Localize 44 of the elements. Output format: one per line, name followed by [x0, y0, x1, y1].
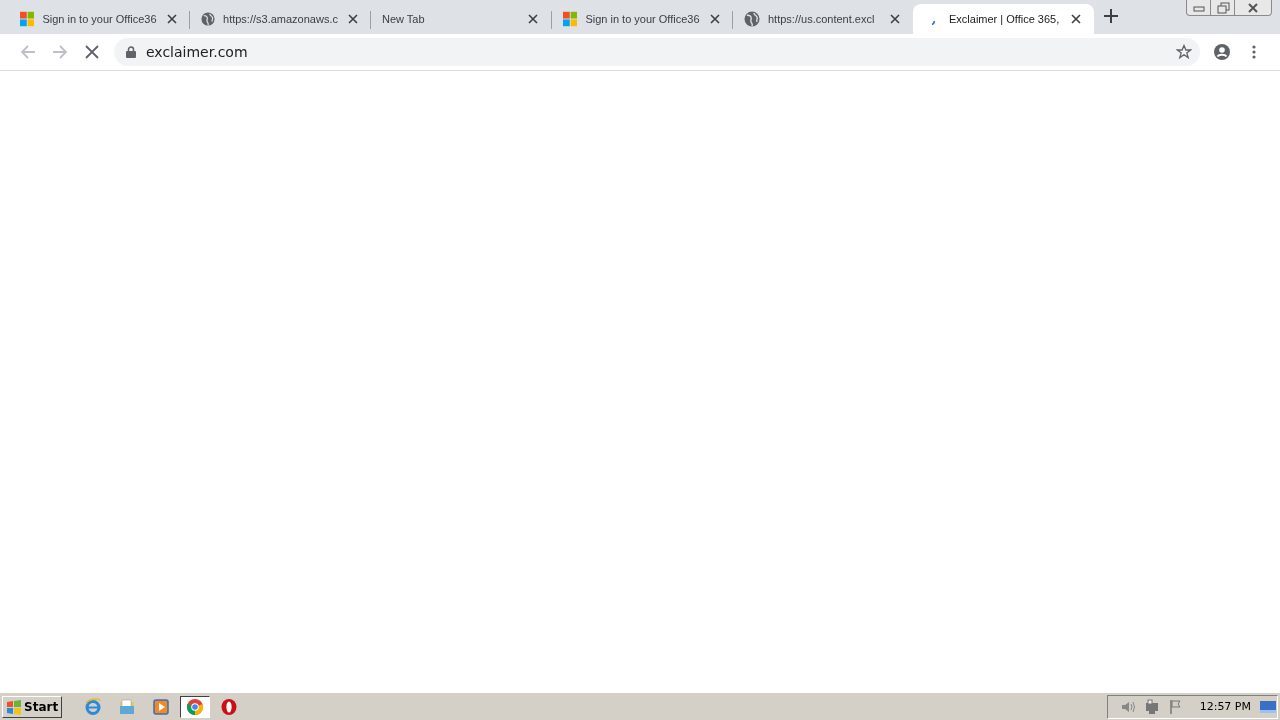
back-arrow-icon [20, 44, 36, 60]
address-bar[interactable]: exclaimer.com [114, 38, 1200, 66]
url-text: exclaimer.com [146, 44, 249, 60]
media-player-icon [152, 697, 171, 716]
opera-icon [220, 697, 239, 716]
browser-tab[interactable]: Sign in to your Office36 [551, 4, 732, 34]
chrome-icon [186, 697, 205, 716]
lock-icon [126, 46, 136, 58]
folder-icon [118, 697, 137, 716]
close-icon [166, 14, 177, 24]
close-icon [1071, 14, 1081, 24]
star-icon[interactable] [1176, 44, 1192, 60]
close-icon [528, 14, 538, 24]
tab-title: Sign in to your Office36 [42, 13, 157, 25]
show-desktop-icon[interactable] [1259, 698, 1277, 715]
close-icon [84, 44, 100, 60]
close-icon [1245, 1, 1261, 14]
new-tab-icon[interactable] [1104, 8, 1118, 23]
network-icon[interactable] [1143, 698, 1160, 715]
tab-title: Exclaimer | Office 365, [949, 13, 1060, 25]
taskbar-button[interactable] [180, 695, 211, 718]
forward-arrow-icon [52, 44, 68, 60]
browser-tab[interactable]: New Tab [370, 4, 551, 34]
windows-logo-icon [20, 11, 35, 27]
tab-title: Sign in to your Office36 [585, 13, 700, 25]
windows-flag-icon [6, 698, 22, 715]
close-icon [890, 14, 900, 24]
tab-title: New Tab [382, 13, 426, 25]
clock-time: 12:57 PM [1199, 700, 1251, 713]
tab-title: https://us.content.excl [768, 13, 876, 25]
globe-icon [744, 11, 760, 27]
close-icon [709, 14, 720, 24]
globe-icon [201, 11, 215, 27]
loading-spinner-icon [931, 19, 935, 25]
browser-tab[interactable]: https://s3.amazonaws.c [189, 4, 370, 34]
browser-tab[interactable]: Sign in to your Office36 [8, 4, 189, 34]
windows-logo-icon [563, 11, 578, 27]
internet-explorer-icon [84, 697, 103, 716]
browser-tab[interactable]: https://us.content.excl [732, 4, 913, 34]
account-avatar-icon [1214, 44, 1230, 60]
browser-tab[interactable]: Exclaimer | Office 365, [913, 4, 1094, 34]
start-button[interactable]: Start [2, 695, 63, 718]
tab-title: https://s3.amazonaws.c [223, 13, 338, 25]
close-icon [347, 14, 358, 24]
